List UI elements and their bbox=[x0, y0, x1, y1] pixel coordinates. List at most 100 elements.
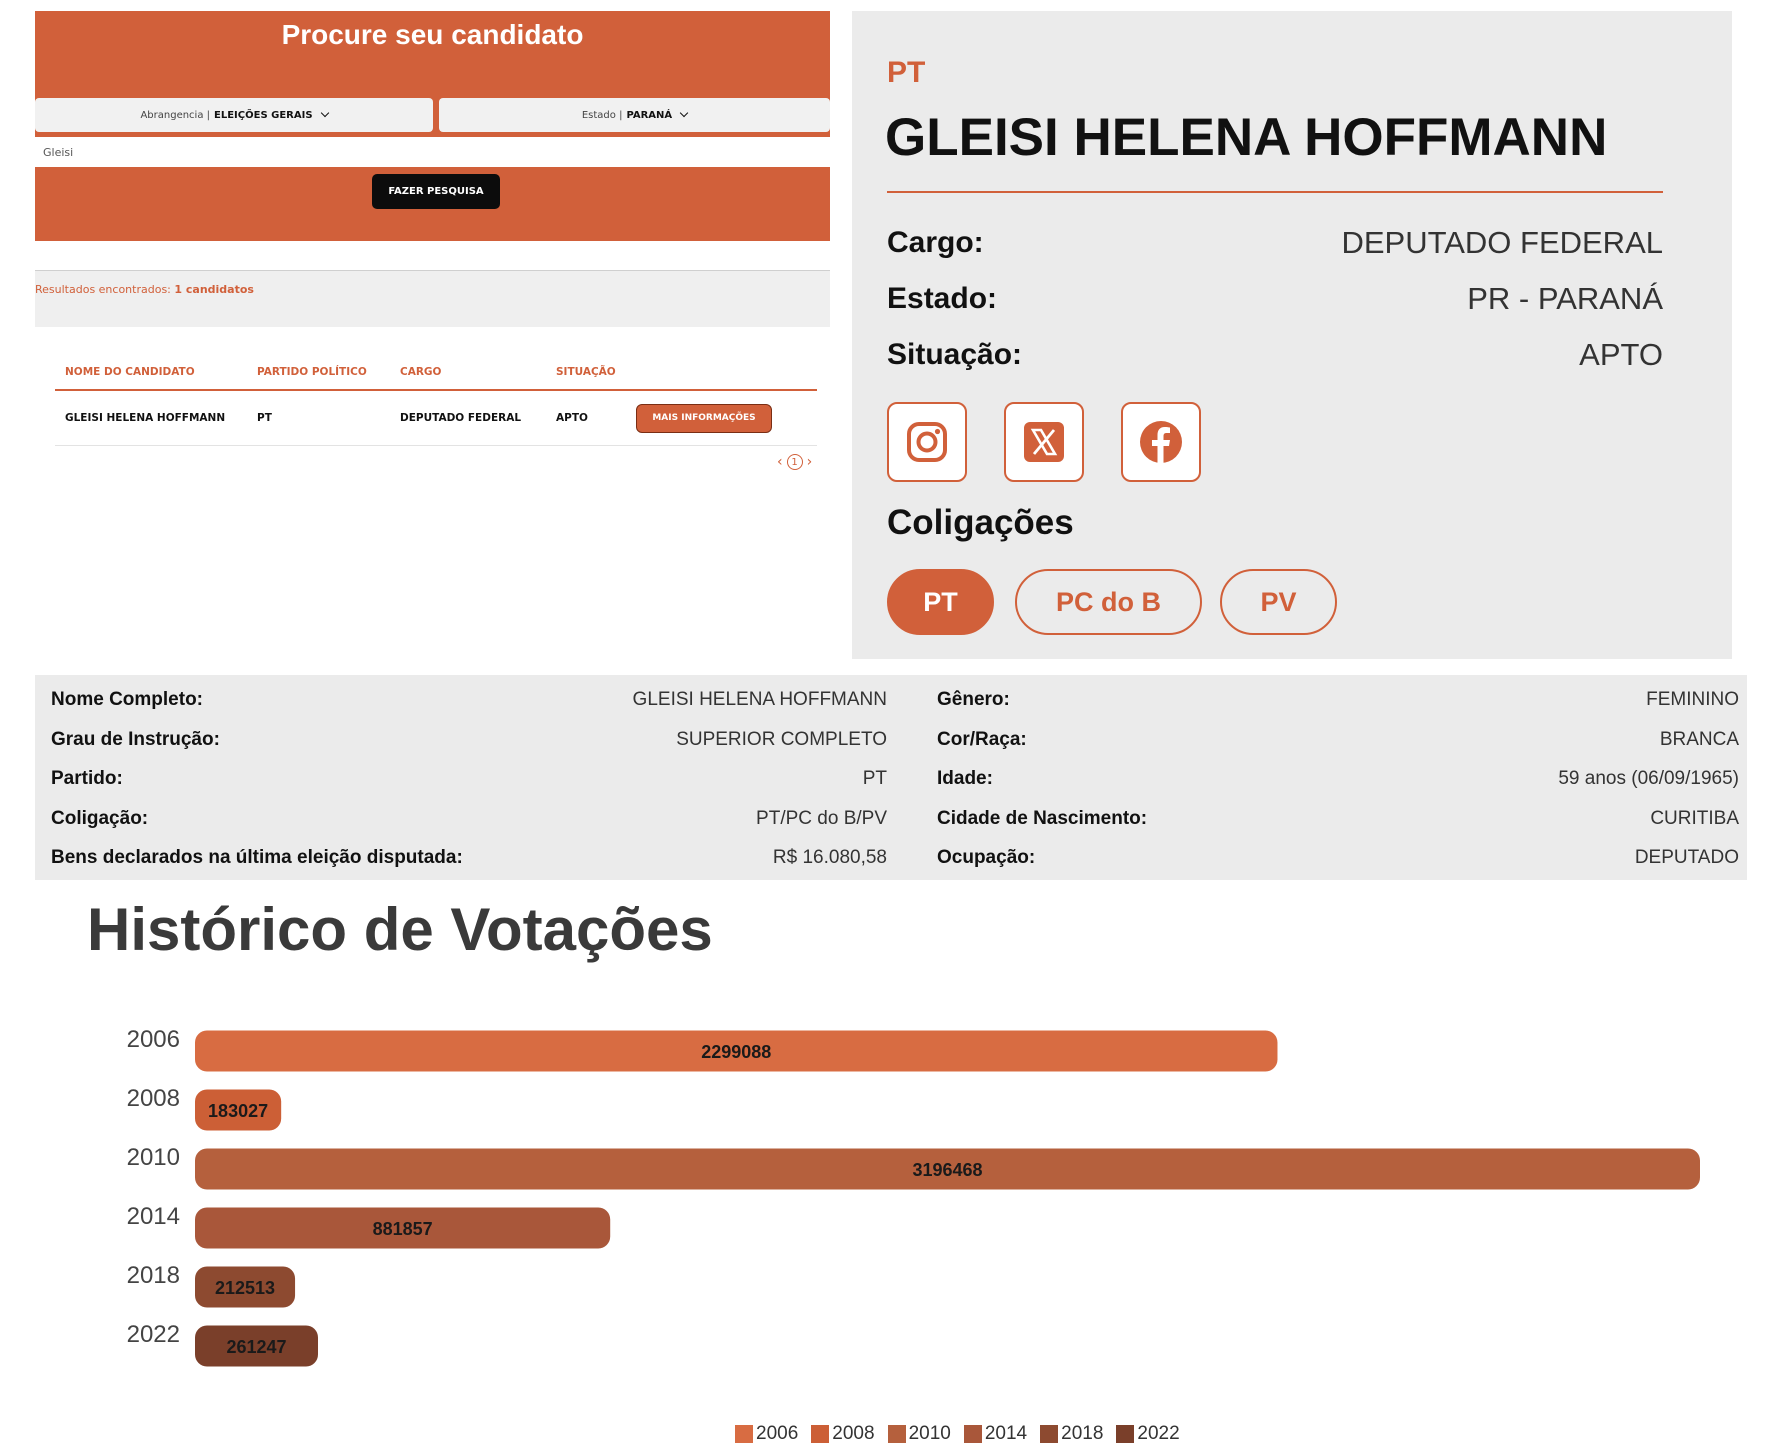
detail-label: Partido: bbox=[51, 768, 123, 789]
candidate-details: Nome Completo: GLEISI HELENA HOFFMANN Gr… bbox=[35, 675, 1747, 880]
legend-label: 2022 bbox=[1137, 1423, 1180, 1444]
mais-informacoes-button[interactable]: MAIS INFORMAÇÕES bbox=[636, 403, 772, 433]
candidate-name: GLEISI HELENA HOFFMANN bbox=[885, 108, 1608, 167]
detail-row: Partido: PT bbox=[51, 768, 887, 790]
estado-value: PARANÁ bbox=[626, 109, 673, 121]
instagram-button[interactable] bbox=[887, 402, 967, 482]
cell-situacao: APTO bbox=[556, 412, 588, 424]
situacao-label: Situação: bbox=[887, 338, 1023, 371]
detail-value: FEMININO bbox=[1646, 689, 1739, 710]
detail-row: Idade: 59 anos (06/09/1965) bbox=[937, 768, 1739, 790]
legend-swatch bbox=[811, 1425, 830, 1443]
cargo-value: DEPUTADO FEDERAL bbox=[1341, 225, 1663, 260]
cell-partido: PT bbox=[257, 412, 272, 424]
column-header-situacao: SITUAÇÃO bbox=[556, 366, 616, 378]
chevron-down-icon bbox=[679, 108, 689, 118]
legend-label: 2008 bbox=[832, 1423, 875, 1444]
detail-value: BRANCA bbox=[1659, 729, 1739, 750]
bar-value-label: 183027 bbox=[208, 1101, 268, 1121]
detail-label: Gênero: bbox=[937, 689, 1010, 710]
legend-label: 2006 bbox=[756, 1423, 799, 1444]
detail-row: Gênero: FEMININO bbox=[937, 689, 1739, 711]
detail-label: Coligação: bbox=[51, 808, 149, 829]
search-button[interactable]: FAZER PESQUISA bbox=[372, 174, 500, 209]
detail-value: PT bbox=[862, 768, 887, 789]
detail-row: Bens declarados na última eleição disput… bbox=[51, 847, 887, 869]
next-page-icon[interactable]: › bbox=[807, 454, 813, 470]
estado-label: Estado | bbox=[581, 109, 623, 121]
x-twitter-button[interactable] bbox=[1004, 402, 1084, 482]
candidate-party: PT bbox=[887, 56, 926, 89]
y-tick-label: 2022 bbox=[127, 1321, 180, 1348]
column-header-partido: PARTIDO POLÍTICO bbox=[257, 366, 367, 378]
legend-label: 2010 bbox=[908, 1423, 951, 1444]
legend-swatch bbox=[887, 1425, 906, 1443]
bar-value-label: 3196468 bbox=[912, 1160, 982, 1180]
history-title: Histórico de Votações bbox=[87, 896, 713, 963]
detail-value: R$ 16.080,58 bbox=[772, 847, 887, 868]
legend-item[interactable]: 2006 bbox=[735, 1423, 798, 1445]
results-count: 1 candidatos bbox=[174, 283, 254, 296]
column-header-cargo: CARGO bbox=[400, 366, 442, 378]
legend-item[interactable]: 2022 bbox=[1116, 1423, 1180, 1445]
legend-swatch bbox=[1116, 1425, 1135, 1443]
votes-bar-chart: 2006 2299088 2008 183027 2010 3196468 2014 8818… bbox=[127, 1026, 1700, 1367]
y-tick-label: 2014 bbox=[127, 1203, 180, 1230]
detail-label: Nome Completo: bbox=[51, 689, 203, 710]
detail-value: GLEISI HELENA HOFFMANN bbox=[632, 689, 887, 710]
bar-value-label: 212513 bbox=[215, 1278, 275, 1298]
results-table: NOME DO CANDIDATO PARTIDO POLÍTICO CARGO… bbox=[55, 355, 817, 446]
estado-label: Estado: bbox=[887, 282, 998, 315]
facebook-button[interactable] bbox=[1121, 402, 1201, 482]
detail-value: CURITIBA bbox=[1650, 808, 1739, 829]
facebook-icon bbox=[1140, 421, 1182, 463]
legend-item[interactable]: 2010 bbox=[887, 1423, 951, 1445]
detail-row: Cor/Raça: BRANCA bbox=[937, 729, 1739, 751]
y-tick-label: 2010 bbox=[127, 1144, 180, 1171]
candidate-card: PT GLEISI HELENA HOFFMANN Cargo: DEPUTAD… bbox=[852, 11, 1732, 659]
coligacao-pill-pv[interactable]: PV bbox=[1220, 569, 1337, 635]
situacao-value: APTO bbox=[1579, 337, 1663, 372]
estado-dropdown[interactable]: Estado | PARANÁ bbox=[439, 98, 830, 132]
estado-value: PR - PARANÁ bbox=[1467, 281, 1663, 316]
detail-row: Ocupação: DEPUTADO bbox=[937, 847, 1739, 869]
page-number[interactable]: 1 bbox=[786, 454, 803, 470]
legend-swatch bbox=[1040, 1425, 1059, 1443]
instagram-icon bbox=[907, 422, 947, 462]
abrangencia-label: Abrangencia | bbox=[140, 109, 211, 121]
legend-item[interactable]: 2014 bbox=[963, 1423, 1027, 1445]
table-header: NOME DO CANDIDATO PARTIDO POLÍTICO CARGO… bbox=[55, 355, 817, 391]
detail-row: Cidade de Nascimento: CURITIBA bbox=[937, 808, 1739, 830]
legend-label: 2018 bbox=[1061, 1423, 1104, 1444]
table-row: GLEISI HELENA HOFFMANN PT DEPUTADO FEDER… bbox=[55, 391, 817, 446]
legend-item[interactable]: 2018 bbox=[1040, 1423, 1103, 1445]
detail-label: Cor/Raça: bbox=[937, 729, 1027, 750]
estado-row: Estado: PR - PARANÁ bbox=[887, 281, 1663, 317]
detail-row: Nome Completo: GLEISI HELENA HOFFMANN bbox=[51, 689, 887, 711]
detail-label: Idade: bbox=[937, 768, 993, 789]
detail-value: SUPERIOR COMPLETO bbox=[676, 729, 887, 750]
detail-label: Cidade de Nascimento: bbox=[937, 808, 1148, 829]
legend-item[interactable]: 2008 bbox=[811, 1423, 875, 1445]
detail-label: Ocupação: bbox=[937, 847, 1036, 868]
coligacao-pill-pt[interactable]: PT bbox=[887, 569, 994, 635]
search-panel: Procure seu candidato Abrangencia | ELEI… bbox=[35, 11, 830, 241]
cargo-row: Cargo: DEPUTADO FEDERAL bbox=[887, 225, 1663, 261]
y-tick-label: 2018 bbox=[127, 1262, 180, 1289]
detail-label: Bens declarados na última eleição disput… bbox=[51, 847, 463, 868]
coligacao-pill-pcdob[interactable]: PC do B bbox=[1015, 569, 1202, 635]
search-input[interactable] bbox=[35, 137, 830, 167]
detail-value: PT/PC do B/PV bbox=[756, 808, 887, 829]
detail-row: Coligação: PT/PC do B/PV bbox=[51, 808, 887, 830]
abrangencia-dropdown[interactable]: Abrangencia | ELEIÇÕES GERAIS bbox=[35, 98, 433, 132]
cell-nome: GLEISI HELENA HOFFMANN bbox=[65, 412, 226, 424]
search-title: Procure seu candidato bbox=[281, 19, 584, 50]
bar-value-label: 261247 bbox=[226, 1337, 286, 1357]
coligacoes-title: Coligações bbox=[887, 503, 1074, 542]
x-twitter-icon bbox=[1024, 422, 1064, 462]
chart-legend: 2006 2008 2010 2014 2018 2022 bbox=[735, 1423, 1180, 1445]
chevron-down-icon bbox=[320, 108, 329, 118]
detail-value: DEPUTADO bbox=[1634, 847, 1739, 868]
prev-page-icon[interactable]: ‹ bbox=[777, 454, 783, 470]
abrangencia-value: ELEIÇÕES GERAIS bbox=[214, 109, 313, 121]
